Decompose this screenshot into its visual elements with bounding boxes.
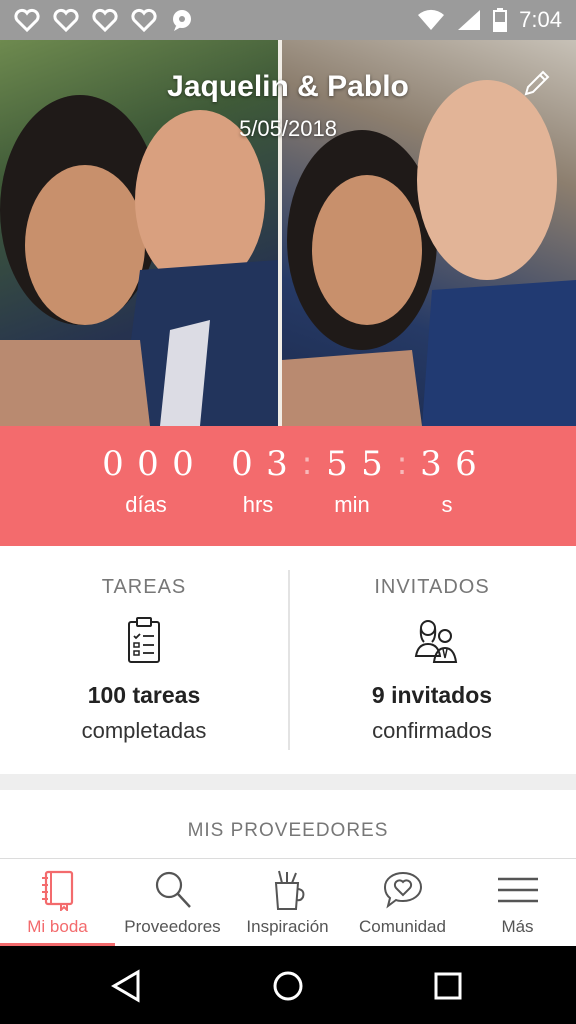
tab-label: Mi boda bbox=[27, 917, 88, 936]
couple-header: Jaquelin & Pablo 5/05/2018 bbox=[0, 40, 576, 426]
tasks-card[interactable]: TAREAS 100 tareas completadas bbox=[0, 546, 288, 774]
heart-bubble-icon bbox=[382, 869, 424, 911]
system-icons: 7:04 bbox=[417, 7, 562, 33]
days-digit: 0 bbox=[137, 444, 159, 484]
minutes-digit: 5 bbox=[361, 444, 383, 484]
minutes-label: min bbox=[334, 492, 370, 517]
back-button[interactable] bbox=[106, 966, 146, 1006]
tab-label: Más bbox=[501, 917, 534, 936]
couple-icon bbox=[412, 616, 458, 664]
tasks-title: TAREAS bbox=[101, 576, 187, 598]
days-digit: 0 bbox=[172, 444, 194, 484]
notebook-icon bbox=[37, 869, 79, 913]
hours-digit: 3 bbox=[266, 444, 288, 484]
notification-icons bbox=[14, 8, 196, 32]
tasks-subtitle: completadas bbox=[81, 718, 207, 743]
couple-names: Jaquelin & Pablo bbox=[167, 70, 409, 103]
colon-separator: : bbox=[301, 444, 313, 482]
guests-card[interactable]: INVITADOS 9 invitados confirmados bbox=[288, 546, 576, 774]
home-button[interactable] bbox=[268, 966, 308, 1006]
wedding-date: 5/05/2018 bbox=[239, 116, 337, 141]
home-icon bbox=[273, 971, 303, 1001]
tab-label: Proveedores bbox=[124, 917, 221, 936]
minutes-digit: 5 bbox=[326, 444, 348, 484]
tab-proveedores[interactable]: Proveedores bbox=[115, 859, 230, 947]
heart-icon bbox=[131, 8, 157, 32]
tab-mi-boda[interactable]: Mi boda bbox=[0, 859, 115, 947]
tasks-count: 100 tareas bbox=[87, 682, 201, 708]
guests-subtitle: confirmados bbox=[372, 718, 492, 743]
countdown-digits: 0 0 0 0 3 : 5 5 : 3 6 bbox=[0, 444, 576, 494]
pencil-icon bbox=[524, 70, 550, 96]
clipboard-icon bbox=[124, 616, 164, 664]
battery-icon bbox=[493, 8, 508, 32]
seconds-label: s bbox=[441, 492, 453, 517]
tab-label: Comunidad bbox=[359, 917, 446, 936]
recents-button[interactable] bbox=[428, 966, 468, 1006]
seconds-digit: 3 bbox=[420, 444, 442, 484]
signal-icon bbox=[458, 10, 481, 30]
chat-icon bbox=[173, 10, 191, 31]
countdown-panel: 0 0 0 0 3 : 5 5 : 3 6 días hrs min s bbox=[0, 426, 576, 546]
providers-section[interactable]: MIS PROVEEDORES bbox=[0, 790, 576, 858]
days-digit: 0 bbox=[102, 444, 124, 484]
system-nav-bar bbox=[0, 946, 576, 1024]
guests-count: 9 invitados bbox=[371, 682, 493, 708]
hours-label: hrs bbox=[242, 492, 274, 517]
edit-button[interactable] bbox=[522, 68, 552, 98]
cup-icon bbox=[267, 869, 309, 911]
stats-section: TAREAS 100 tareas completadas INVITADOS bbox=[0, 546, 576, 774]
tab-label: Inspiración bbox=[246, 917, 329, 936]
menu-icon bbox=[497, 869, 539, 911]
search-icon bbox=[152, 869, 194, 911]
wifi-icon bbox=[418, 9, 445, 30]
tab-comunidad[interactable]: Comunidad bbox=[345, 859, 460, 947]
back-icon bbox=[111, 969, 140, 1003]
heart-icon bbox=[14, 8, 40, 32]
guests-title: INVITADOS bbox=[374, 576, 490, 598]
tab-inspiracion[interactable]: Inspiración bbox=[230, 859, 345, 947]
section-gap bbox=[0, 774, 576, 790]
heart-icon bbox=[92, 8, 118, 32]
recents-icon bbox=[434, 972, 462, 1000]
seconds-digit: 6 bbox=[455, 444, 477, 484]
tab-mas[interactable]: Más bbox=[460, 859, 575, 947]
providers-title: MIS PROVEEDORES bbox=[187, 820, 389, 841]
clock: 7:04 bbox=[519, 7, 562, 32]
hours-digit: 0 bbox=[231, 444, 253, 484]
status-bar: 7:04 bbox=[0, 0, 576, 40]
colon-separator: : bbox=[396, 444, 408, 482]
bottom-tab-bar: Mi boda Proveedores Inspiración Comunida… bbox=[0, 858, 576, 947]
days-label: días bbox=[125, 492, 167, 517]
heart-icon bbox=[53, 8, 79, 32]
